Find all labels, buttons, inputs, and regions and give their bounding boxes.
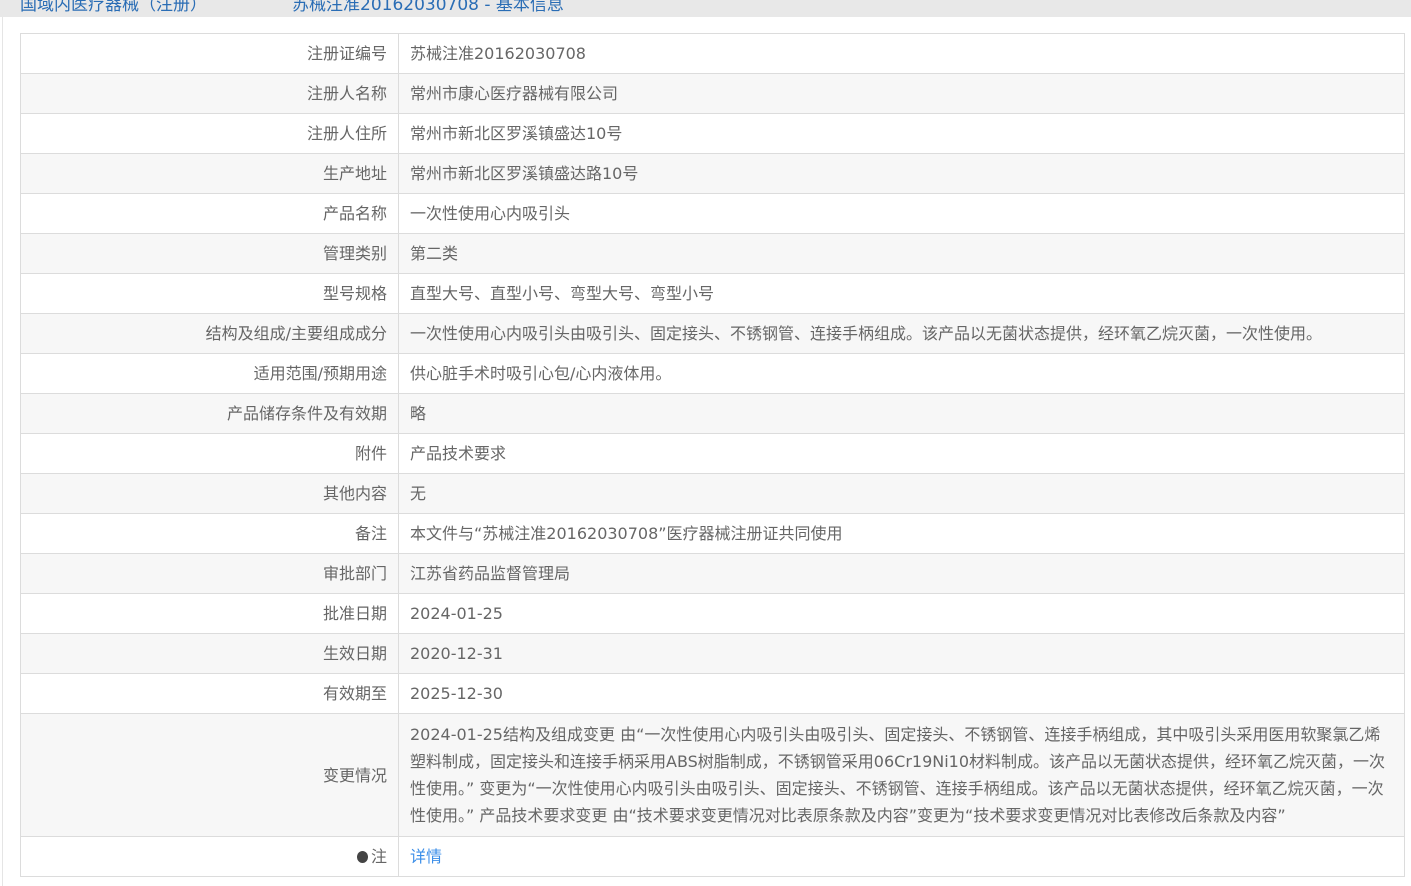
field-value: 供心脏手术时吸引心包/心内液体用。 [398,353,1405,394]
field-value: 一次性使用心内吸引头由吸引头、固定接头、不锈钢管、连接手柄组成。该产品以无菌状态… [398,313,1405,354]
field-label: 批准日期 [20,593,399,634]
page-title: 苏械注准20162030708 - 基本信息 [292,0,564,15]
field-value: 常州市康心医疗器械有限公司 [398,73,1405,114]
table-row: 注册证编号 苏械注准20162030708 [20,33,1405,74]
table-row: 结构及组成/主要组成成分 一次性使用心内吸引头由吸引头、固定接头、不锈钢管、连接手… [20,313,1405,354]
field-label: 审批部门 [20,553,399,594]
field-label: 注册证编号 [20,33,399,74]
table-row: 生产地址 常州市新北区罗溪镇盛达路10号 [20,153,1405,194]
table-row: 产品名称 一次性使用心内吸引头 [20,193,1405,234]
table-row: 注册人名称 常州市康心医疗器械有限公司 [20,73,1405,114]
field-value: 2025-12-30 [398,673,1405,714]
table-row: 审批部门 江苏省药品监督管理局 [20,553,1405,594]
field-value: 2024-01-25结构及组成变更 由“一次性使用心内吸引头由吸引头、固定接头、… [398,713,1405,837]
detail-table: 注册证编号 苏械注准20162030708 注册人名称 常州市康心医疗器械有限公司 注册… [20,33,1405,877]
note-label: 注 [370,847,387,866]
field-label: 结构及组成/主要组成成分 [20,313,399,354]
table-row-note: 注 详情 [20,836,1405,877]
field-value: 常州市新北区罗溪镇盛达路10号 [398,153,1405,194]
field-label: 生产地址 [20,153,399,194]
table-row: 有效期至 2025-12-30 [20,673,1405,714]
breadcrumb-bar: 国域内医疗器械（注册） 苏械注准20162030708 - 基本信息 [0,0,1411,17]
field-label: 产品储存条件及有效期 [20,393,399,434]
field-label: 备注 [20,513,399,554]
field-label: 注册人住所 [20,113,399,154]
field-value: 2020-12-31 [398,633,1405,674]
field-label: 型号规格 [20,273,399,314]
info-dot-icon [356,851,368,863]
breadcrumb-category[interactable]: 国域内医疗器械（注册） [20,0,207,15]
field-label: 附件 [20,433,399,474]
field-label: 有效期至 [20,673,399,714]
table-row: 备注 本文件与“苏械注准20162030708”医疗器械注册证共同使用 [20,513,1405,554]
table-row: 变更情况 2024-01-25结构及组成变更 由“一次性使用心内吸引头由吸引头、固… [20,713,1405,837]
table-row: 附件 产品技术要求 [20,433,1405,474]
table-row: 产品储存条件及有效期略 [20,393,1405,434]
field-label: 注册人名称 [20,73,399,114]
table-row: 管理类别 第二类 [20,233,1405,274]
field-label: 注 [20,836,399,877]
divider [2,17,3,886]
table-row: 生效日期 2020-12-31 [20,633,1405,674]
field-value: 无 [398,473,1405,514]
field-label: 其他内容 [20,473,399,514]
field-value: 江苏省药品监督管理局 [398,553,1405,594]
field-label: 管理类别 [20,233,399,274]
field-value: 一次性使用心内吸引头 [398,193,1405,234]
field-value: 略 [398,393,1405,434]
table-row: 适用范围/预期用途 供心脏手术时吸引心包/心内液体用。 [20,353,1405,394]
field-value: 本文件与“苏械注准20162030708”医疗器械注册证共同使用 [398,513,1405,554]
field-value: 苏械注准20162030708 [398,33,1405,74]
table-row: 其他内容无 [20,473,1405,514]
field-value: 第二类 [398,233,1405,274]
table-row: 批准日期 2024-01-25 [20,593,1405,634]
field-value: 2024-01-25 [398,593,1405,634]
field-value: 直型大号、直型小号、弯型大号、弯型小号 [398,273,1405,314]
table-row: 注册人住所 常州市新北区罗溪镇盛达10号 [20,113,1405,154]
field-label: 生效日期 [20,633,399,674]
field-value: 常州市新北区罗溪镇盛达10号 [398,113,1405,154]
field-value: 产品技术要求 [398,433,1405,474]
field-label: 适用范围/预期用途 [20,353,399,394]
field-label: 变更情况 [20,713,399,837]
details-link[interactable]: 详情 [410,847,442,866]
field-label: 产品名称 [20,193,399,234]
table-row: 型号规格 直型大号、直型小号、弯型大号、弯型小号 [20,273,1405,314]
